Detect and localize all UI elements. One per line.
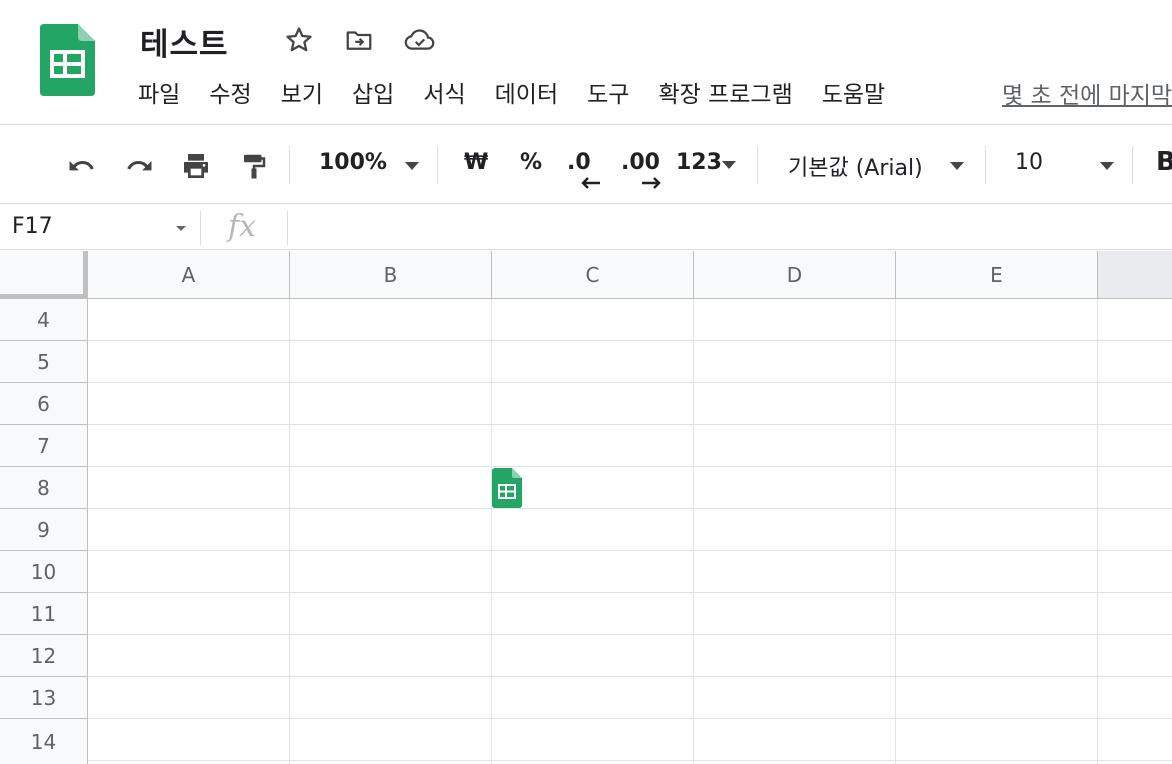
toolbar-divider xyxy=(437,146,438,184)
document-title[interactable]: 테스트 xyxy=(140,19,229,64)
bold-button[interactable]: B xyxy=(1156,147,1172,177)
formula-bar: F17 fx xyxy=(0,205,1172,250)
decrease-decimal-button[interactable]: .0 xyxy=(567,150,591,175)
arrow-right-icon xyxy=(642,177,661,189)
font-size-dropdown-arrow-icon[interactable] xyxy=(1100,162,1114,170)
arrow-left-icon xyxy=(581,177,600,189)
redo-icon[interactable] xyxy=(121,148,157,184)
print-icon[interactable] xyxy=(178,148,214,184)
last-edit-link[interactable]: 몇 초 전에 마지막 xyxy=(1002,76,1172,110)
row-header-12[interactable]: 12 xyxy=(0,635,88,677)
font-select[interactable]: 기본값 (Arial) xyxy=(788,150,923,182)
menu-edit[interactable]: 수정 xyxy=(209,75,251,109)
menu-data[interactable]: 데이터 xyxy=(495,75,558,109)
menu-format[interactable]: 서식 xyxy=(423,75,465,109)
toolbar-divider xyxy=(289,146,290,184)
percent-format-button[interactable]: % xyxy=(520,150,542,175)
row-header-4[interactable]: 4 xyxy=(0,299,88,341)
formula-divider xyxy=(287,211,288,245)
cell-area[interactable] xyxy=(88,299,1172,764)
menu-extensions[interactable]: 확장 프로그램 xyxy=(658,75,792,109)
row-header-5[interactable]: 5 xyxy=(0,341,88,383)
star-icon[interactable] xyxy=(283,24,315,56)
number-format-select[interactable]: 123 xyxy=(676,150,722,175)
menu-help[interactable]: 도움말 xyxy=(822,75,885,109)
zoom-dropdown-arrow-icon[interactable] xyxy=(405,162,419,170)
increase-decimal-button[interactable]: .00 xyxy=(621,150,660,175)
cloud-saved-icon[interactable] xyxy=(404,24,436,56)
row-header-9[interactable]: 9 xyxy=(0,509,88,551)
sheets-logo-icon[interactable] xyxy=(40,24,95,96)
row-header-6[interactable]: 6 xyxy=(0,383,88,425)
toolbar-divider xyxy=(1132,146,1133,184)
font-dropdown-arrow-icon[interactable] xyxy=(950,162,964,170)
name-box-dropdown-icon[interactable] xyxy=(175,225,187,233)
column-header-a[interactable]: A xyxy=(88,251,290,299)
menu-file[interactable]: 파일 xyxy=(138,75,180,109)
row-header-14[interactable]: 14 xyxy=(0,719,88,764)
row-header-8[interactable]: 8 xyxy=(0,467,88,509)
menu-bar: 파일 수정 보기 삽입 서식 데이터 도구 확장 프로그램 도움말 xyxy=(138,76,914,108)
row-header-7[interactable]: 7 xyxy=(0,425,88,467)
column-header-e[interactable]: E xyxy=(896,251,1098,299)
row-header-10[interactable]: 10 xyxy=(0,551,88,593)
toolbar: 100% ₩ % .0 .00 123 기본값 (Arial) 10 B xyxy=(0,126,1172,204)
menu-tools[interactable]: 도구 xyxy=(587,75,629,109)
select-all-corner[interactable] xyxy=(0,251,88,299)
undo-icon[interactable] xyxy=(64,148,100,184)
move-folder-icon[interactable] xyxy=(343,24,375,56)
toolbar-divider xyxy=(985,146,986,184)
sheets-file-icon xyxy=(492,468,522,508)
zoom-select[interactable]: 100% xyxy=(319,150,387,175)
formula-divider xyxy=(200,211,201,245)
menu-insert[interactable]: 삽입 xyxy=(352,75,394,109)
font-size-select[interactable]: 10 xyxy=(1015,150,1043,175)
fx-icon: fx xyxy=(228,209,257,244)
number-format-dropdown-arrow-icon[interactable] xyxy=(722,161,736,169)
menu-view[interactable]: 보기 xyxy=(281,75,323,109)
column-header-c[interactable]: C xyxy=(492,251,694,299)
app-header: 테스트 파일 수정 보기 삽입 서식 데이터 도구 확장 프로그램 도움말 몇 … xyxy=(0,0,1172,125)
name-box[interactable]: F17 xyxy=(12,214,53,239)
spreadsheet-grid: A B C D E 4 5 6 7 8 9 10 11 12 13 14 xyxy=(0,251,1172,764)
column-header-b[interactable]: B xyxy=(290,251,492,299)
row-header-11[interactable]: 11 xyxy=(0,593,88,635)
currency-format-button[interactable]: ₩ xyxy=(464,150,488,175)
column-header-d[interactable]: D xyxy=(694,251,896,299)
formula-input[interactable] xyxy=(300,209,1160,247)
toolbar-divider xyxy=(757,146,758,184)
column-header-f[interactable] xyxy=(1098,251,1172,299)
row-header-13[interactable]: 13 xyxy=(0,677,88,719)
paint-format-icon[interactable] xyxy=(236,148,272,184)
